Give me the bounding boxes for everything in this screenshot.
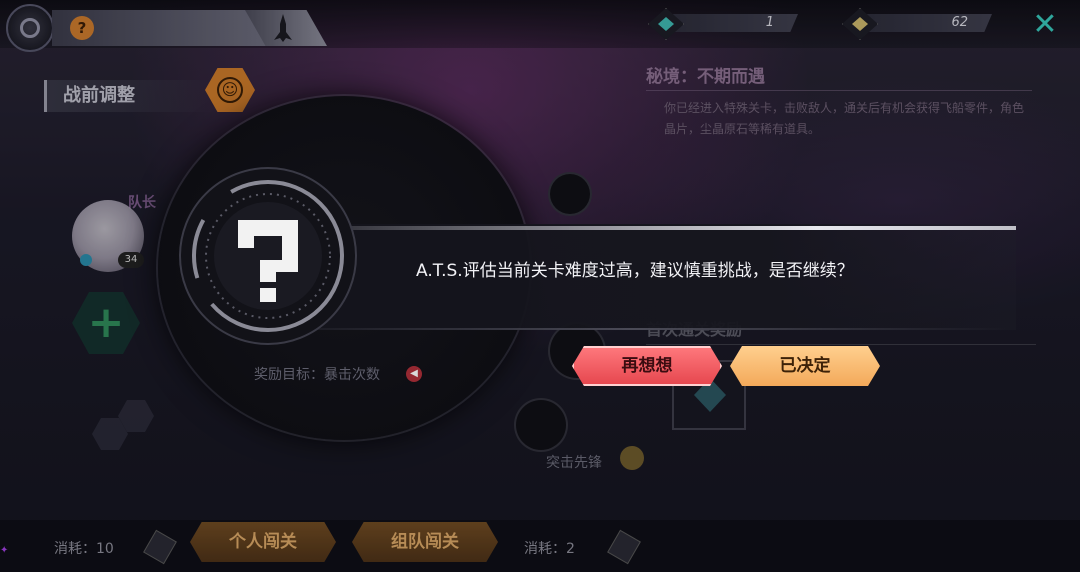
dialog-top-edge <box>350 226 1016 230</box>
dialog-message: A.T.S.评估当前关卡难度过高，建议慎重挑战，是否继续？ <box>416 261 854 281</box>
reconsider-button[interactable]: 再想想 <box>572 346 722 386</box>
question-mark-icon <box>179 167 357 345</box>
dialog-bottom-edge <box>260 328 1010 330</box>
game-screen: ? 1 62 ✕ 战前调整 ☺ 队长 34 + 奖励目标：暴击次数 ◀ 突击先锋… <box>0 0 1080 572</box>
decided-button[interactable]: 已决定 <box>730 346 880 386</box>
